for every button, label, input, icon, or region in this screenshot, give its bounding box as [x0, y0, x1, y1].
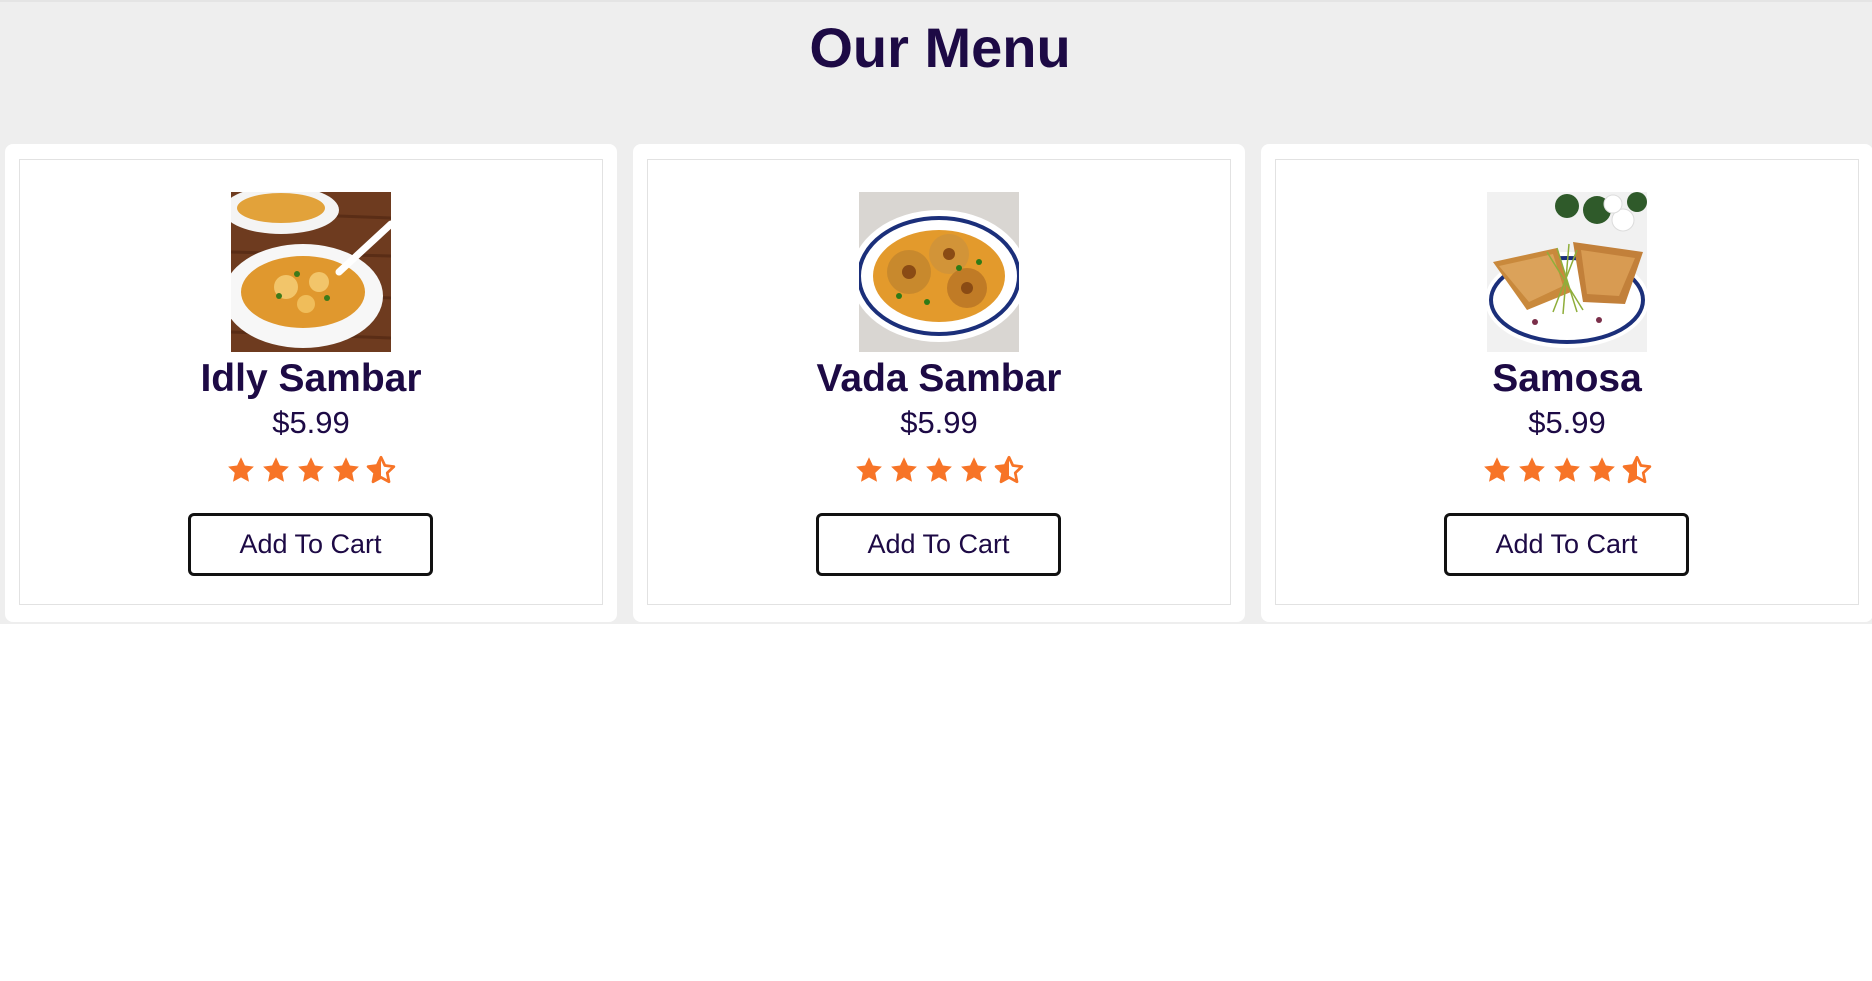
star-full-icon [1484, 457, 1510, 482]
item-name: Samosa [1492, 357, 1642, 400]
menu-card-samosa: Samosa $5.99 Add To Cart [1261, 144, 1872, 622]
menu-section: Our Menu Idly Sambar $5.99 Add To Cart V… [0, 0, 1872, 624]
menu-card-vada-sambar: Vada Sambar $5.99 Add To Cart [633, 144, 1245, 622]
star-half-icon [994, 455, 1024, 484]
star-half-icon [1622, 455, 1652, 484]
star-full-icon [1519, 457, 1545, 482]
star-full-icon [228, 457, 254, 482]
menu-card-idly-sambar: Idly Sambar $5.99 Add To Cart [5, 144, 617, 622]
card-border: Idly Sambar $5.99 Add To Cart [19, 159, 603, 605]
item-name: Idly Sambar [200, 357, 422, 400]
item-name: Vada Sambar [816, 357, 1062, 400]
star-full-icon [926, 457, 952, 482]
vada-sambar-photo [859, 192, 1019, 352]
menu-cards: Idly Sambar $5.99 Add To Cart Vada Samba… [5, 144, 1872, 622]
star-half-icon [366, 455, 396, 484]
star-full-icon [856, 457, 882, 482]
star-full-icon [891, 457, 917, 482]
add-to-cart-button[interactable]: Add To Cart [1444, 513, 1689, 576]
star-rating [20, 455, 602, 487]
star-full-icon [1554, 457, 1580, 482]
item-price: $5.99 [1528, 405, 1606, 440]
star-full-icon [1589, 457, 1615, 482]
item-price: $5.99 [272, 405, 350, 440]
star-full-icon [333, 457, 359, 482]
page-title: Our Menu [809, 16, 1071, 79]
add-to-cart-button[interactable]: Add To Cart [188, 513, 433, 576]
star-full-icon [263, 457, 289, 482]
samosa-photo [1487, 192, 1647, 352]
star-rating [1276, 455, 1858, 487]
add-to-cart-button[interactable]: Add To Cart [816, 513, 1061, 576]
card-border: Samosa $5.99 Add To Cart [1275, 159, 1859, 605]
idly-sambar-photo [231, 192, 391, 352]
star-full-icon [298, 457, 324, 482]
star-rating [648, 455, 1230, 487]
star-full-icon [961, 457, 987, 482]
item-price: $5.99 [900, 405, 978, 440]
card-border: Vada Sambar $5.99 Add To Cart [647, 159, 1231, 605]
